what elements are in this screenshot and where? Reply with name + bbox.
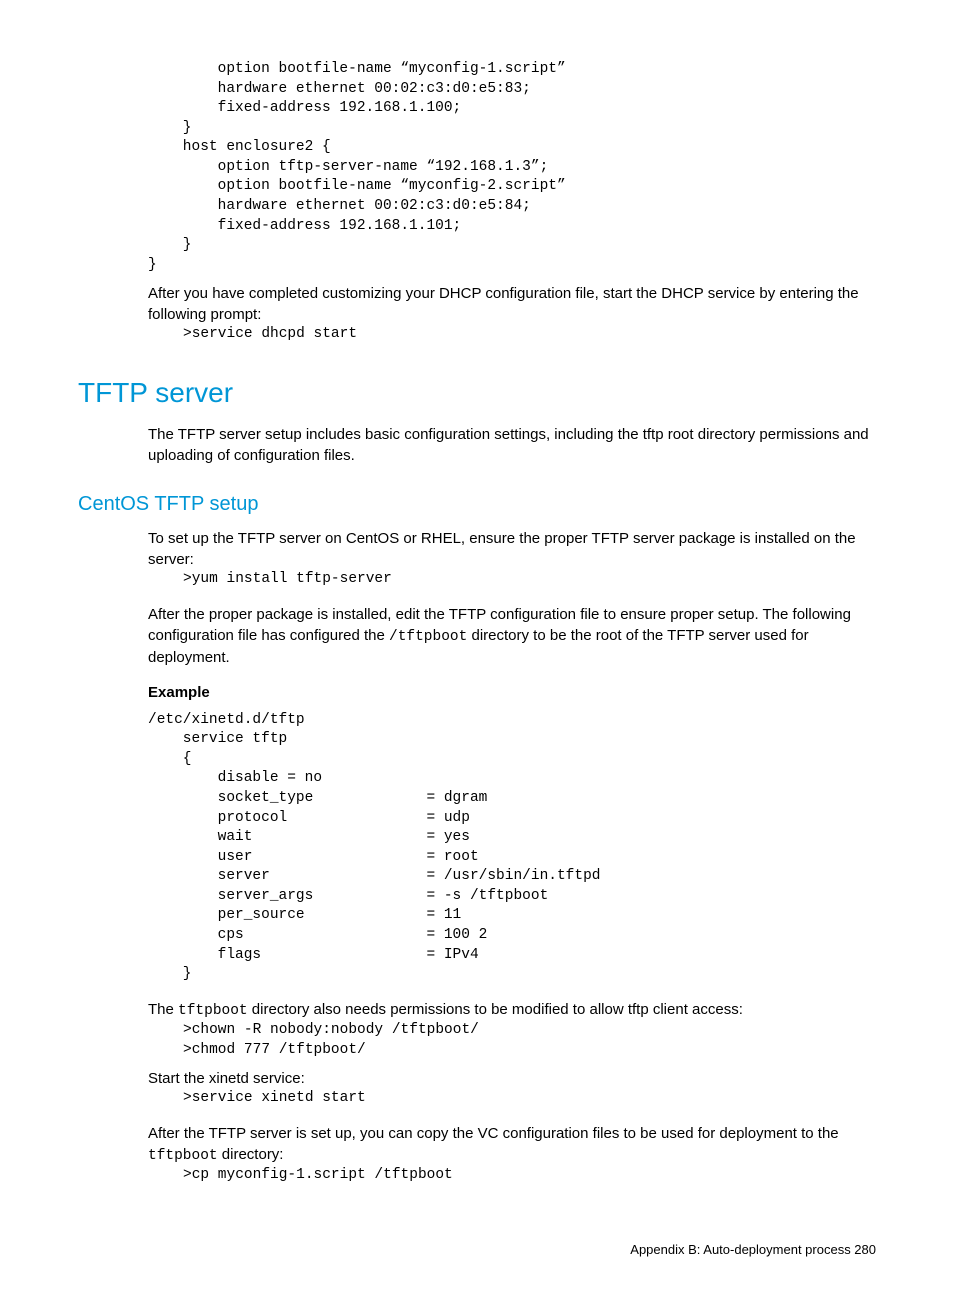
heading-tftp-server: TFTP server xyxy=(78,373,876,412)
code-yum-install: >yum install tftp-server xyxy=(183,570,876,590)
inline-code-tftpboot-path: /tftpboot xyxy=(389,629,467,645)
paragraph-after-yum: After the proper package is installed, e… xyxy=(148,604,876,668)
paragraph-permissions: The tftpboot directory also needs permis… xyxy=(148,999,876,1021)
code-cp-script: >cp myconfig-1.script /tftpboot xyxy=(183,1166,876,1186)
inline-code-tftpboot-dir: tftpboot xyxy=(178,1003,248,1019)
code-block-dhcp-hosts: option bootfile-name “myconfig-1.script”… xyxy=(148,60,876,275)
paragraph-xinetd: Start the xinetd service: xyxy=(148,1068,876,1089)
paragraph-dhcp-start: After you have completed customizing you… xyxy=(148,283,876,325)
code-service-dhcpd: >service dhcpd start xyxy=(183,325,876,345)
paragraph-copy-config: After the TFTP server is set up, you can… xyxy=(148,1123,876,1166)
paragraph-tftp-intro: The TFTP server setup includes basic con… xyxy=(148,424,876,466)
code-block-xinetd-config: /etc/xinetd.d/tftp service tftp { disabl… xyxy=(148,711,876,985)
paragraph-centos-intro: To set up the TFTP server on CentOS or R… xyxy=(148,528,876,570)
code-chown-chmod: >chown -R nobody:nobody /tftpboot/ >chmo… xyxy=(183,1021,876,1060)
heading-centos-tftp: CentOS TFTP setup xyxy=(78,490,876,518)
code-service-xinetd: >service xinetd start xyxy=(183,1089,876,1109)
page-footer: Appendix B: Auto-deployment process 280 xyxy=(78,1241,876,1259)
inline-code-tftpboot-dir2: tftpboot xyxy=(148,1148,218,1164)
example-label: Example xyxy=(148,682,876,703)
